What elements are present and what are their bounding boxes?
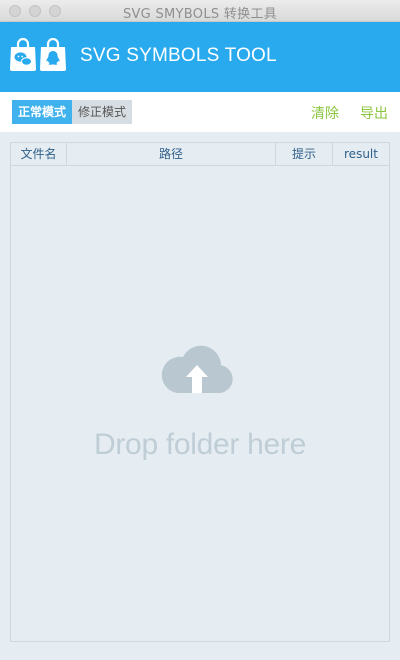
drop-zone[interactable]: Drop folder here xyxy=(11,166,389,641)
title-bar[interactable]: SVG SMYBOLS 转换工具 xyxy=(0,0,400,22)
app-title: SVG SYMBOLS TOOL xyxy=(80,45,277,66)
column-header-filename[interactable]: 文件名 xyxy=(11,143,67,165)
app-window: SVG SMYBOLS 转换工具 SVG SYMBOLS TOOL 正常模式 修… xyxy=(0,0,400,660)
qq-bag-icon xyxy=(40,37,66,71)
cloud-upload-icon xyxy=(161,345,233,393)
fix-mode-button[interactable]: 修正模式 xyxy=(72,100,132,124)
clear-button[interactable]: 清除 xyxy=(311,103,339,123)
file-table: 文件名 路径 提示 result Drop folder here xyxy=(10,142,390,642)
table-header: 文件名 路径 提示 result xyxy=(11,143,389,166)
column-header-hint[interactable]: 提示 xyxy=(276,143,333,165)
column-header-result[interactable]: result xyxy=(333,143,389,165)
window-title: SVG SMYBOLS 转换工具 xyxy=(122,7,278,22)
app-header: SVG SYMBOLS TOOL xyxy=(0,22,400,92)
toolbar: 正常模式 修正模式 清除 导出 xyxy=(0,92,400,132)
drop-zone-text: Drop folder here xyxy=(94,428,306,461)
column-header-path[interactable]: 路径 xyxy=(67,143,276,165)
normal-mode-button[interactable]: 正常模式 xyxy=(12,100,72,124)
export-button[interactable]: 导出 xyxy=(360,103,388,123)
wechat-bag-icon xyxy=(10,37,36,71)
